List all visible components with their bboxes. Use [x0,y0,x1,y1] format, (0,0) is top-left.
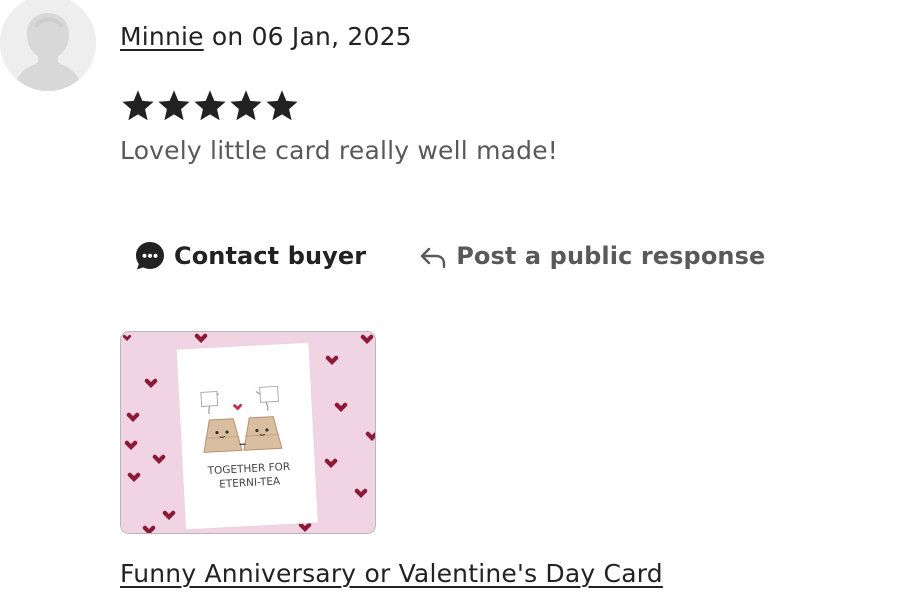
reviewer-avatar[interactable] [0,0,96,91]
review-actions: Contact buyer Post a public response [134,238,765,274]
reviewer-name-link[interactable]: Minnie [120,22,204,51]
listing-image: TOGETHER FOR ETERNI-TEA [121,332,375,533]
reply-arrow-icon [421,247,446,269]
default-avatar-icon [0,0,96,91]
star-filled-icon [266,90,298,121]
listing-title-link[interactable]: Funny Anniversary or Valentine's Day Car… [120,557,663,591]
review-byline: Minnie on 06 Jan, 2025 [120,20,412,54]
post-public-response-button[interactable]: Post a public response [418,238,765,274]
post-public-response-label: Post a public response [456,242,766,270]
chat-bubble-icon [136,242,164,270]
contact-buyer-label: Contact buyer [174,242,367,270]
review-card: Minnie on 06 Jan, 2025 Lovely little car… [0,0,918,600]
star-filled-icon [158,90,190,121]
review-date: on 06 Jan, 2025 [203,22,412,51]
greeting-card-image: TOGETHER FOR ETERNI-TEA [176,342,319,530]
star-filled-icon [122,90,154,121]
star-rating [120,88,300,124]
star-filled-icon [194,90,226,121]
review-text: Lovely little card really well made! [120,136,559,165]
star-filled-icon [230,90,262,121]
listing-thumbnail[interactable]: TOGETHER FOR ETERNI-TEA [120,331,376,534]
contact-buyer-button[interactable]: Contact buyer [134,238,366,274]
